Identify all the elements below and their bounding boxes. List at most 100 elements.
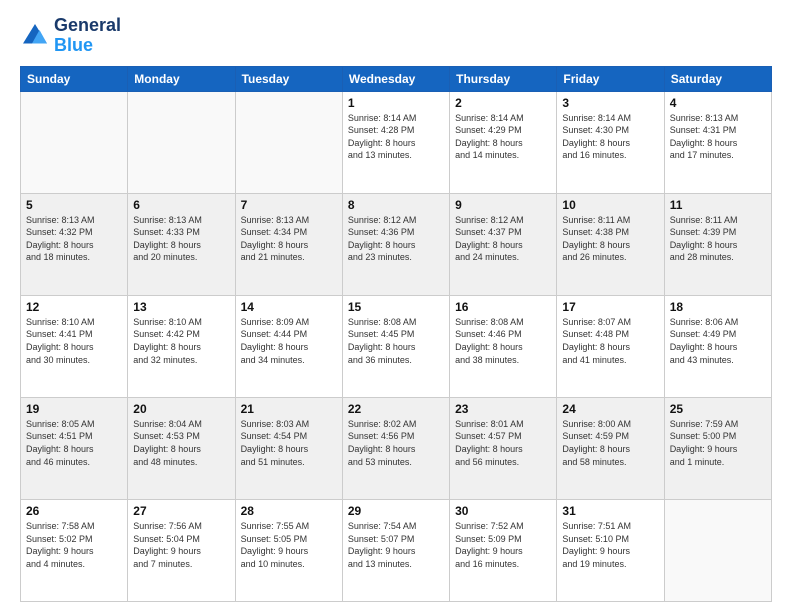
calendar-cell: [235, 91, 342, 193]
calendar-cell: 21 Sunrise: 8:03 AM Sunset: 4:54 PM Dayli…: [235, 397, 342, 499]
calendar-cell: 5 Sunrise: 8:13 AM Sunset: 4:32 PM Daylig…: [21, 193, 128, 295]
calendar-cell: 13Sunrise: 8:10 AM Sunset: 4:42 PM Dayli…: [128, 295, 235, 397]
day-number: 21: [241, 402, 337, 416]
calendar-cell: 19 Sunrise: 8:05 AM Sunset: 4:51 PM Dayli…: [21, 397, 128, 499]
calendar-cell: 31 Sunrise: 7:51 AM Sunset: 5:10 PM Dayli…: [557, 499, 664, 601]
day-number: 11: [670, 198, 766, 212]
calendar-cell: 3 Sunrise: 8:14 AM Sunset: 4:30 PM Daylig…: [557, 91, 664, 193]
day-number: 1: [348, 96, 444, 110]
day-info: Sunrise: 7:52 AM Sunset: 5:09 PM Dayligh…: [455, 520, 551, 570]
day-info: Sunrise: 8:10 AM Sunset: 4:41 PM Dayligh…: [26, 316, 122, 366]
calendar-cell: 30Sunrise: 7:52 AM Sunset: 5:09 PM Dayli…: [450, 499, 557, 601]
day-info: Sunrise: 8:05 AM Sunset: 4:51 PM Dayligh…: [26, 418, 122, 468]
day-number: 4: [670, 96, 766, 110]
day-number: 2: [455, 96, 551, 110]
day-info: Sunrise: 8:08 AM Sunset: 4:45 PM Dayligh…: [348, 316, 444, 366]
day-info: Sunrise: 8:06 AM Sunset: 4:49 PM Dayligh…: [670, 316, 766, 366]
day-number: 27: [133, 504, 229, 518]
calendar-cell: 20Sunrise: 8:04 AM Sunset: 4:53 PM Dayli…: [128, 397, 235, 499]
day-number: 20: [133, 402, 229, 416]
day-number: 17: [562, 300, 658, 314]
day-info: Sunrise: 8:12 AM Sunset: 4:37 PM Dayligh…: [455, 214, 551, 264]
day-number: 16: [455, 300, 551, 314]
day-info: Sunrise: 8:14 AM Sunset: 4:28 PM Dayligh…: [348, 112, 444, 162]
col-header-tuesday: Tuesday: [235, 66, 342, 91]
day-number: 7: [241, 198, 337, 212]
header: General Blue: [20, 16, 772, 56]
calendar-cell: [664, 499, 771, 601]
calendar-cell: 14Sunrise: 8:09 AM Sunset: 4:44 PM Dayli…: [235, 295, 342, 397]
calendar-cell: 24 Sunrise: 8:00 AM Sunset: 4:59 PM Dayli…: [557, 397, 664, 499]
calendar-table: SundayMondayTuesdayWednesdayThursdayFrid…: [20, 66, 772, 602]
col-header-sunday: Sunday: [21, 66, 128, 91]
day-info: Sunrise: 8:07 AM Sunset: 4:48 PM Dayligh…: [562, 316, 658, 366]
calendar-cell: 11 Sunrise: 8:11 AM Sunset: 4:39 PM Dayli…: [664, 193, 771, 295]
day-number: 5: [26, 198, 122, 212]
day-info: Sunrise: 7:55 AM Sunset: 5:05 PM Dayligh…: [241, 520, 337, 570]
week-row-2: 5 Sunrise: 8:13 AM Sunset: 4:32 PM Daylig…: [21, 193, 772, 295]
day-number: 19: [26, 402, 122, 416]
day-info: Sunrise: 8:10 AM Sunset: 4:42 PM Dayligh…: [133, 316, 229, 366]
day-info: Sunrise: 8:12 AM Sunset: 4:36 PM Dayligh…: [348, 214, 444, 264]
calendar-cell: 10 Sunrise: 8:11 AM Sunset: 4:38 PM Dayli…: [557, 193, 664, 295]
calendar-cell: 4Sunrise: 8:13 AM Sunset: 4:31 PM Daylig…: [664, 91, 771, 193]
col-header-wednesday: Wednesday: [342, 66, 449, 91]
day-number: 18: [670, 300, 766, 314]
calendar-cell: 28 Sunrise: 7:55 AM Sunset: 5:05 PM Dayli…: [235, 499, 342, 601]
week-row-4: 19 Sunrise: 8:05 AM Sunset: 4:51 PM Dayli…: [21, 397, 772, 499]
day-number: 15: [348, 300, 444, 314]
day-number: 28: [241, 504, 337, 518]
col-header-thursday: Thursday: [450, 66, 557, 91]
calendar-cell: 9 Sunrise: 8:12 AM Sunset: 4:37 PM Daylig…: [450, 193, 557, 295]
logo-icon: [20, 21, 50, 51]
day-number: 23: [455, 402, 551, 416]
header-row: SundayMondayTuesdayWednesdayThursdayFrid…: [21, 66, 772, 91]
day-number: 12: [26, 300, 122, 314]
day-info: Sunrise: 7:54 AM Sunset: 5:07 PM Dayligh…: [348, 520, 444, 570]
calendar-cell: 15 Sunrise: 8:08 AM Sunset: 4:45 PM Dayli…: [342, 295, 449, 397]
day-number: 9: [455, 198, 551, 212]
calendar-cell: 29Sunrise: 7:54 AM Sunset: 5:07 PM Dayli…: [342, 499, 449, 601]
calendar-cell: 18 Sunrise: 8:06 AM Sunset: 4:49 PM Dayli…: [664, 295, 771, 397]
calendar-cell: 6 Sunrise: 8:13 AM Sunset: 4:33 PM Daylig…: [128, 193, 235, 295]
week-row-1: 1 Sunrise: 8:14 AM Sunset: 4:28 PM Daylig…: [21, 91, 772, 193]
day-number: 22: [348, 402, 444, 416]
logo-text: General Blue: [54, 16, 121, 56]
day-info: Sunrise: 8:03 AM Sunset: 4:54 PM Dayligh…: [241, 418, 337, 468]
col-header-friday: Friday: [557, 66, 664, 91]
day-info: Sunrise: 8:14 AM Sunset: 4:29 PM Dayligh…: [455, 112, 551, 162]
page: General Blue SundayMondayTuesdayWednesda…: [0, 0, 792, 612]
day-info: Sunrise: 8:00 AM Sunset: 4:59 PM Dayligh…: [562, 418, 658, 468]
calendar-cell: 2 Sunrise: 8:14 AM Sunset: 4:29 PM Daylig…: [450, 91, 557, 193]
calendar-cell: 22 Sunrise: 8:02 AM Sunset: 4:56 PM Dayli…: [342, 397, 449, 499]
day-number: 10: [562, 198, 658, 212]
calendar-cell: 17 Sunrise: 8:07 AM Sunset: 4:48 PM Dayli…: [557, 295, 664, 397]
day-info: Sunrise: 8:11 AM Sunset: 4:38 PM Dayligh…: [562, 214, 658, 264]
day-info: Sunrise: 7:51 AM Sunset: 5:10 PM Dayligh…: [562, 520, 658, 570]
day-info: Sunrise: 8:11 AM Sunset: 4:39 PM Dayligh…: [670, 214, 766, 264]
col-header-saturday: Saturday: [664, 66, 771, 91]
day-info: Sunrise: 8:02 AM Sunset: 4:56 PM Dayligh…: [348, 418, 444, 468]
day-info: Sunrise: 8:14 AM Sunset: 4:30 PM Dayligh…: [562, 112, 658, 162]
day-number: 25: [670, 402, 766, 416]
calendar-cell: 12 Sunrise: 8:10 AM Sunset: 4:41 PM Dayli…: [21, 295, 128, 397]
calendar-cell: 26 Sunrise: 7:58 AM Sunset: 5:02 PM Dayli…: [21, 499, 128, 601]
col-header-monday: Monday: [128, 66, 235, 91]
day-number: 26: [26, 504, 122, 518]
day-number: 31: [562, 504, 658, 518]
calendar-cell: 1 Sunrise: 8:14 AM Sunset: 4:28 PM Daylig…: [342, 91, 449, 193]
calendar-cell: 27 Sunrise: 7:56 AM Sunset: 5:04 PM Dayli…: [128, 499, 235, 601]
day-number: 6: [133, 198, 229, 212]
day-info: Sunrise: 7:56 AM Sunset: 5:04 PM Dayligh…: [133, 520, 229, 570]
day-number: 24: [562, 402, 658, 416]
calendar-cell: 16Sunrise: 8:08 AM Sunset: 4:46 PM Dayli…: [450, 295, 557, 397]
day-info: Sunrise: 8:13 AM Sunset: 4:33 PM Dayligh…: [133, 214, 229, 264]
calendar-cell: 7Sunrise: 8:13 AM Sunset: 4:34 PM Daylig…: [235, 193, 342, 295]
day-number: 3: [562, 96, 658, 110]
calendar-cell: [21, 91, 128, 193]
day-number: 8: [348, 198, 444, 212]
calendar-cell: 23Sunrise: 8:01 AM Sunset: 4:57 PM Dayli…: [450, 397, 557, 499]
day-info: Sunrise: 7:58 AM Sunset: 5:02 PM Dayligh…: [26, 520, 122, 570]
day-info: Sunrise: 8:13 AM Sunset: 4:32 PM Dayligh…: [26, 214, 122, 264]
calendar-cell: [128, 91, 235, 193]
